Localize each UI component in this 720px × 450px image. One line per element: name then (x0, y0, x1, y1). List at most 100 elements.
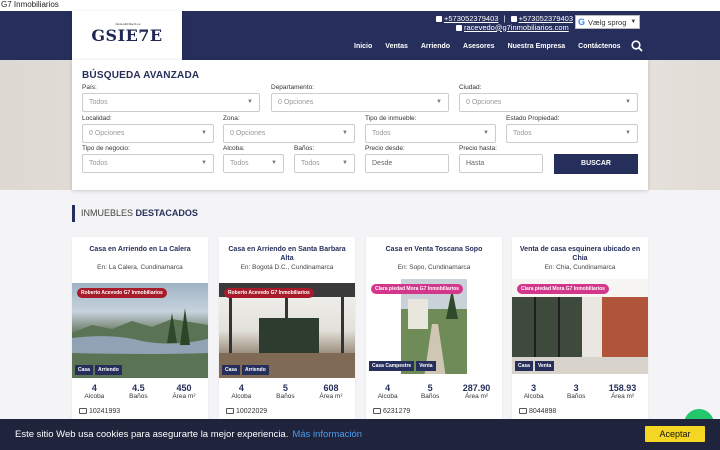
chevron-down-icon: ▼ (436, 99, 442, 105)
input-precio-hasta[interactable]: Hasta (459, 154, 543, 173)
chevron-down-icon: ▼ (201, 130, 207, 136)
google-icon: G (578, 17, 586, 27)
property-card[interactable]: Casa en Arriendo en Santa Barbara Alta E… (219, 237, 355, 427)
stat-label-alcoba: Alcoba (84, 393, 105, 400)
property-card[interactable]: Venta de casa esquinera ubicado en Chia … (512, 237, 648, 427)
id-card-icon (79, 408, 87, 414)
property-location: En: Chia, Cundinamarca (544, 264, 616, 271)
select-estado-propiedad[interactable]: Todos ▼ (506, 124, 638, 143)
chevron-down-icon: ▼ (625, 130, 631, 136)
nav-nuestra-empresa[interactable]: Nuestra Empresa (508, 42, 566, 52)
stat-alcoba: 4 (238, 383, 244, 393)
stat-label-area: Área m² (610, 393, 635, 400)
logo-subtitle: Inmobiliarios (115, 22, 141, 26)
select-departamento[interactable]: 0 Opciones ▼ (271, 93, 449, 112)
field-label-precio-hasta: Precio hasta: (459, 145, 497, 152)
stat-alcoba: 3 (531, 383, 537, 393)
field-label-pais: País: (82, 84, 97, 91)
select-tipo-negocio[interactable]: Todos ▼ (82, 154, 214, 173)
stat-area: 287.90 (462, 383, 491, 393)
cookie-more-info-link[interactable]: Más información (292, 429, 362, 440)
logo-text: Inmobiliarios GSIE7E (91, 22, 163, 45)
agent-badge: Roberto Acevedo G7 Inmobiliarios (77, 288, 167, 298)
property-card[interactable]: Casa en Venta Toscana Sopo En: Sopo, Cun… (366, 237, 502, 427)
stat-label-banos: Baños (566, 393, 586, 400)
field-label-zona: Zona: (223, 115, 240, 122)
field-label-ciudad: Ciudad: (459, 84, 482, 91)
property-location: En: Sopo, Cundinamarca (397, 264, 471, 271)
stat-label-alcoba: Alcoba (523, 393, 544, 400)
stat-label-banos: Baños (276, 393, 295, 400)
chevron-down-icon: ▼ (342, 160, 348, 166)
cookie-text: Este sitio Web usa cookies para asegurar… (15, 429, 289, 440)
cookie-accept-button[interactable]: Aceptar (645, 426, 705, 442)
select-zona[interactable]: 0 Opciones ▼ (223, 124, 355, 143)
site-header: Inmobiliarios GSIE7E +573052379403 | +57… (0, 11, 720, 60)
contact-info: +573052379403 | +573052379403 racevedo@g… (436, 14, 573, 32)
id-card-icon (373, 408, 381, 414)
property-card[interactable]: Casa en Arriendo en La Calera En: La Cal… (72, 237, 208, 427)
chevron-down-icon: ▼ (247, 99, 253, 105)
id-card-icon (226, 408, 234, 414)
property-photo[interactable]: Roberto Acevedo G7 Inmobiliarios Casa Arr… (219, 283, 355, 378)
select-localidad[interactable]: 0 Opciones ▼ (82, 124, 214, 143)
property-photo[interactable]: Roberto Acevedo G7 Inmobiliarios Casa Arr… (72, 283, 208, 378)
property-photo[interactable]: Clara piedad Mora G7 Inmobiliarios Casa V… (512, 279, 648, 374)
property-title[interactable]: Venta de casa esquinera ubicado en Chia (516, 245, 644, 263)
site-logo[interactable]: Inmobiliarios GSIE7E (72, 11, 182, 60)
advanced-search-panel: BÚSQUEDA AVANZADA País: Todos ▼ Departame… (72, 60, 648, 190)
chevron-down-icon: ▼ (625, 99, 631, 105)
field-label-precio-desde: Precio desde: (365, 145, 405, 152)
stat-label-area: Área m² (172, 393, 196, 400)
phone-icon (510, 16, 517, 22)
select-banos[interactable]: Todos ▼ (294, 154, 355, 173)
property-id: 10241993 (89, 408, 121, 415)
select-ciudad[interactable]: 0 Opciones ▼ (459, 93, 638, 112)
email-icon (456, 24, 462, 31)
stat-alcoba: 4 (385, 383, 391, 393)
id-card-icon (519, 408, 527, 414)
stat-label-banos: Baños (129, 393, 148, 400)
tag-type: Casa (75, 365, 93, 375)
email-link[interactable]: racevedo@g7inmobiliarios.com (464, 23, 569, 32)
select-pais[interactable]: Todos ▼ (82, 93, 260, 112)
language-selector[interactable]: G Vælg sprog ▼ (575, 15, 640, 29)
input-precio-desde[interactable]: Desde (365, 154, 449, 173)
stat-label-area: Área m² (464, 393, 489, 400)
field-label-departamento: Departamento: (271, 84, 314, 91)
stat-banos: 5 (427, 383, 433, 393)
nav-contactenos[interactable]: Contáctenos (578, 42, 620, 52)
field-label-tipo-inmueble: Tipo de inmueble: (365, 115, 417, 122)
tag-business: Arriendo (241, 365, 269, 375)
stat-area: 158.93 (608, 383, 637, 393)
nav-asesores[interactable]: Asesores (463, 42, 495, 52)
property-id: 10022029 (236, 408, 268, 415)
nav-arriendo[interactable]: Arriendo (421, 42, 450, 52)
select-alcoba[interactable]: Todos ▼ (223, 154, 284, 173)
stat-alcoba: 4 (91, 383, 97, 393)
property-location: En: Bogotá D.C., Cundinamarca (240, 264, 334, 271)
chevron-down-icon: ▼ (483, 130, 489, 136)
nav-inicio[interactable]: Inicio (354, 42, 372, 52)
stat-area: 450 (176, 383, 192, 393)
language-label: Vælg sprog (588, 17, 627, 27)
stat-banos: 3 (573, 383, 579, 393)
nav-ventas[interactable]: Ventas (385, 42, 408, 52)
search-title: BÚSQUEDA AVANZADA (82, 70, 200, 81)
whatsapp-icon (436, 16, 442, 22)
cookie-banner: Este sitio Web usa cookies para asegurar… (0, 419, 720, 450)
select-tipo-inmueble[interactable]: Todos ▼ (365, 124, 496, 143)
chevron-down-icon: ▼ (271, 160, 277, 166)
search-icon[interactable] (631, 40, 643, 52)
stat-label-alcoba: Alcoba (231, 393, 252, 400)
property-photo[interactable]: Clara piedad Mora G7 Inmobiliarios Casa … (366, 279, 502, 374)
property-title[interactable]: Casa en Arriendo en Santa Barbara Alta (223, 245, 351, 263)
search-button[interactable]: BUSCAR (554, 154, 638, 174)
field-label-banos: Baños: (294, 145, 315, 152)
agent-badge: Roberto Acevedo G7 Inmobiliarios (224, 288, 314, 298)
agent-badge: Clara piedad Mora G7 Inmobiliarios (371, 284, 463, 294)
property-title[interactable]: Casa en Arriendo en La Calera (76, 245, 204, 254)
field-label-tipo-negocio: Tipo de negocio: (82, 145, 130, 152)
property-title[interactable]: Casa en Venta Toscana Sopo (370, 245, 498, 254)
property-location: En: La Calera, Cundinamarca (97, 264, 183, 271)
